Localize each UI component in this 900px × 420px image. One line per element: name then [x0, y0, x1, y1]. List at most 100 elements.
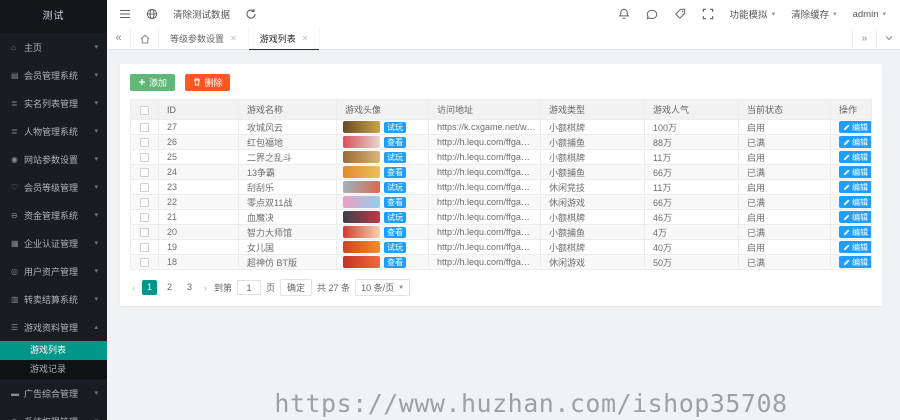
sidebar-item-3[interactable]: ≣ 人物管理系统 ▾ — [0, 117, 107, 145]
minus-icon: ⊖ — [11, 210, 18, 220]
page-number-button[interactable]: 1 — [142, 280, 157, 295]
sidebar-item-9[interactable]: ▥ 转卖结算系统 ▾ — [0, 285, 107, 313]
row-checkbox[interactable] — [140, 243, 149, 253]
sidebar-subitem-0[interactable]: 游戏列表 — [0, 341, 107, 360]
tabs-collapse-button[interactable]: « — [107, 28, 131, 49]
cell-game-name: 超神仿 BT版 — [238, 254, 337, 270]
clear-test-data-button[interactable]: 清除测试数据 — [173, 7, 230, 21]
tag-icon[interactable] — [674, 8, 686, 20]
edit-button[interactable]: 编辑 — [839, 196, 871, 208]
view-badge-button[interactable]: 试玩 — [384, 151, 406, 163]
row-checkbox[interactable] — [140, 168, 149, 178]
cell-id: 25 — [158, 149, 239, 165]
view-badge-button[interactable]: 查看 — [384, 226, 406, 238]
row-checkbox[interactable] — [140, 228, 149, 238]
sidebar-item-5[interactable]: ♡ 会员等级管理 ▾ — [0, 173, 107, 201]
page-numbers: 123 — [142, 280, 197, 295]
clear-cache-dropdown[interactable]: 清除缓存 ▾ — [791, 7, 837, 21]
row-checkbox[interactable] — [140, 153, 149, 163]
bell-icon[interactable] — [617, 8, 630, 20]
view-badge-button[interactable]: 查看 — [384, 196, 406, 208]
edit-button[interactable]: 编辑 — [839, 181, 871, 193]
row-checkbox[interactable] — [140, 213, 149, 223]
view-badge-button[interactable]: 试玩 — [384, 121, 406, 133]
cell-game-type: 小额棋牌 — [540, 119, 645, 135]
edit-button[interactable]: 编辑 — [839, 211, 871, 223]
view-badge-button[interactable]: 查看 — [384, 136, 406, 148]
sidebar-item-0[interactable]: ⌂ 主页 ▾ — [0, 33, 107, 61]
chevron-icon: ▾ — [94, 100, 98, 107]
prev-page-button[interactable]: ‹ — [130, 283, 137, 293]
edit-button[interactable]: 编辑 — [839, 256, 871, 268]
home-tab-icon[interactable] — [131, 27, 159, 50]
select-all-checkbox[interactable] — [140, 105, 149, 115]
edit-button[interactable]: 编辑 — [839, 166, 871, 178]
table-row: 24 13争霸 查看 http://h.lequ.com/ffgamedetai… — [130, 164, 872, 180]
page-jump-input[interactable] — [237, 280, 262, 295]
edit-button[interactable]: 编辑 — [839, 136, 871, 148]
list-icon: ≣ — [11, 98, 18, 108]
page-size-select[interactable]: 10 条/页 ▼ — [355, 279, 411, 296]
pagination: ‹ 123 › 到第 页 确定 共 27 条 10 条/页 ▼ — [130, 279, 872, 296]
sidebar-item-6[interactable]: ⊖ 资金管理系统 ▾ — [0, 201, 107, 229]
row-checkbox[interactable] — [140, 258, 149, 268]
sidebar-item-1[interactable]: ▤ 会员管理系统 ▾ — [0, 61, 107, 89]
game-thumbnail — [343, 226, 380, 238]
grid-icon: ▦ — [11, 238, 19, 248]
globe-icon[interactable] — [146, 8, 158, 20]
view-badge-button[interactable]: 查看 — [384, 166, 406, 178]
delete-button[interactable]: 删除 — [185, 73, 231, 91]
edit-button[interactable]: 编辑 — [839, 226, 871, 238]
row-checkbox[interactable] — [140, 138, 149, 148]
view-badge-button[interactable]: 查看 — [384, 256, 406, 268]
sidebar-subitem-1[interactable]: 游戏记录 — [0, 360, 107, 379]
edit-button[interactable]: 编辑 — [839, 241, 871, 253]
user-account-dropdown[interactable]: admin ▾ — [853, 9, 886, 20]
hamburger-menu-icon[interactable] — [119, 8, 131, 20]
tabs-overflow-button[interactable]: » — [852, 28, 876, 49]
table-row: 23 刮刮乐 试玩 http://h.lequ.com/ffgamedetail… — [130, 179, 872, 195]
row-checkbox[interactable] — [140, 198, 149, 208]
edit-button[interactable]: 编辑 — [839, 121, 871, 133]
sidebar-item-12[interactable]: ⊘ 系统权限管理 ▾ — [0, 407, 107, 420]
cell-game-name: 刮刮乐 — [238, 179, 337, 195]
game-list-card: 添加 删除 ID 游戏名称 游戏头像 访问地址 游戏类型 游戏人气 当前状态 操… — [120, 64, 882, 306]
tabs-menu-button[interactable] — [876, 28, 900, 49]
cell-id: 20 — [158, 224, 239, 240]
sidebar-item-8[interactable]: ◎ 用户资产管理 ▾ — [0, 257, 107, 285]
refresh-icon[interactable] — [245, 8, 257, 20]
view-badge-button[interactable]: 试玩 — [384, 181, 406, 193]
edit-button[interactable]: 编辑 — [839, 151, 871, 163]
game-thumbnail — [343, 211, 380, 223]
function-simulate-dropdown[interactable]: 功能模拟 ▾ — [730, 7, 776, 21]
chevron-icon: ▾ — [94, 268, 98, 275]
page-number-button[interactable]: 3 — [182, 280, 197, 295]
tabbar: « 等级参数设置 ✕ 游戏列表 ✕ » — [107, 27, 900, 51]
jump-prefix-label: 到第 — [214, 283, 233, 293]
chevron-down-icon: ▾ — [771, 11, 776, 18]
page-number-button[interactable]: 2 — [162, 280, 177, 295]
cell-status: 已满 — [738, 134, 831, 150]
close-icon[interactable]: ✕ — [302, 34, 309, 43]
col-status: 当前状态 — [738, 99, 831, 120]
row-checkbox[interactable] — [140, 183, 149, 193]
fullscreen-icon[interactable] — [702, 8, 714, 20]
view-badge-button[interactable]: 试玩 — [384, 211, 406, 223]
sidebar-item-4[interactable]: ◉ 网站参数设置 ▾ — [0, 145, 107, 173]
next-page-button[interactable]: › — [202, 283, 209, 293]
sidebar-item-2[interactable]: ≣ 实名列表管理 ▾ — [0, 89, 107, 117]
sidebar-item-10[interactable]: ☰ 游戏资料管理 ▴ — [0, 313, 107, 341]
confirm-jump-button[interactable]: 确定 — [280, 279, 313, 296]
chat-icon[interactable] — [646, 8, 658, 20]
tab-game-list[interactable]: 游戏列表 ✕ — [248, 27, 321, 51]
add-button[interactable]: 添加 — [130, 73, 176, 91]
globe-icon: ◉ — [11, 154, 18, 164]
view-badge-button[interactable]: 试玩 — [384, 241, 406, 253]
sidebar-item-11[interactable]: ▬ 广告综合管理 ▾ — [0, 379, 107, 407]
chevron-icon: ▾ — [94, 390, 98, 397]
sidebar-item-7[interactable]: ▦ 企业认证管理 ▾ — [0, 229, 107, 257]
tab-level-params[interactable]: 等级参数设置 ✕ — [159, 27, 249, 50]
col-popularity: 游戏人气 — [644, 99, 739, 120]
close-icon[interactable]: ✕ — [230, 34, 237, 43]
row-checkbox[interactable] — [140, 123, 149, 133]
